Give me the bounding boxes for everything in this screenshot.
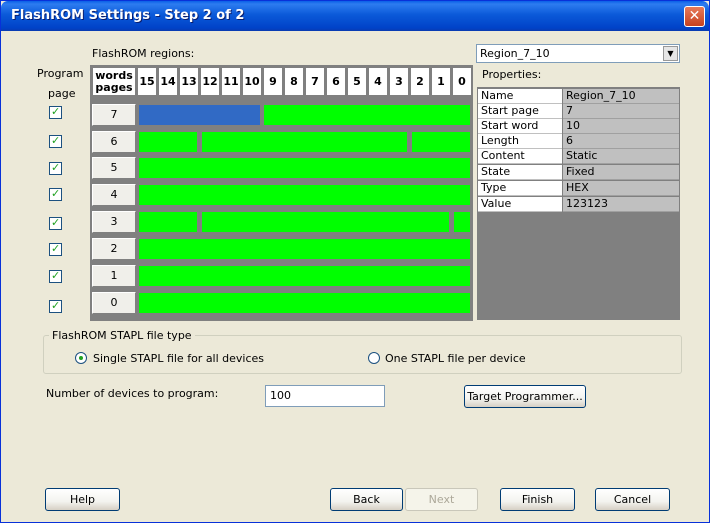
page-6-checkbox[interactable] [49,134,62,148]
chevron-down-icon[interactable]: ▼ [663,46,678,61]
word-header: 4 [368,67,388,96]
target-programmer-button[interactable]: Target Programmer... [464,385,586,408]
page-2-checkbox[interactable] [49,242,62,256]
help-button[interactable]: Help [45,488,120,511]
property-name: Name [478,89,562,104]
region-select[interactable]: Region_7_10 ▼ [476,44,680,63]
page-2-button[interactable]: 2 [92,238,136,260]
page-0-button[interactable]: 0 [92,292,136,314]
word-header: 6 [326,67,346,96]
property-name: Value [478,197,562,212]
region-segment[interactable] [264,105,470,125]
region-segment[interactable] [412,132,470,152]
region-segment[interactable] [139,158,470,178]
back-button[interactable]: Back [330,488,403,511]
word-header: 5 [347,67,367,96]
page-7-checkbox[interactable] [49,105,62,119]
region-select-value: Region_7_10 [480,47,550,60]
property-value[interactable]: 123123 [563,197,679,212]
next-button[interactable]: Next [405,488,478,511]
page-3-checkbox[interactable] [49,216,62,230]
regions-label: FlashROM regions: [92,47,195,60]
word-header: 2 [410,67,430,96]
title-bar[interactable]: FlashROM Settings - Step 2 of 2 ✕ [1,1,709,31]
property-value[interactable]: HEX [563,181,679,196]
region-segment[interactable] [202,212,449,232]
program-label: Program [37,67,84,80]
dialog-window: FlashROM Settings - Step 2 of 2 ✕ Progra… [0,0,710,523]
word-header: 11 [221,67,241,96]
word-header: 1 [431,67,451,96]
property-value[interactable]: 10 [563,119,679,134]
page-6-button[interactable]: 6 [92,131,136,153]
region-7-10[interactable] [139,105,260,125]
cancel-button[interactable]: Cancel [595,488,670,511]
property-name: Type [478,181,562,196]
property-name: Start word [478,119,562,134]
region-segment[interactable] [202,132,407,152]
region-segment[interactable] [454,212,470,232]
finish-button[interactable]: Finish [500,488,575,511]
property-name: Start page [478,104,562,119]
word-header: 15 [137,67,157,96]
page-4-button[interactable]: 4 [92,184,136,206]
region-segment[interactable] [139,239,470,259]
single-stapl-radio[interactable] [75,352,87,364]
stapl-group-label: FlashROM STAPL file type [49,329,195,342]
properties-label: Properties: [482,68,542,81]
devices-count-input[interactable]: 100 [265,385,385,407]
word-header: 3 [389,67,409,96]
property-value[interactable]: 6 [563,134,679,149]
word-header: 13 [179,67,199,96]
region-segment[interactable] [139,185,470,205]
property-value[interactable]: Static [563,149,679,164]
word-header: 14 [158,67,178,96]
page-7-button[interactable]: 7 [92,104,136,126]
page-5-button[interactable]: 5 [92,157,136,179]
property-value[interactable]: 7 [563,104,679,119]
single-stapl-label[interactable]: Single STAPL file for all devices [93,352,264,365]
page-3-button[interactable]: 3 [92,211,136,233]
corner-pages: pages [95,81,133,94]
word-header: 12 [200,67,220,96]
word-header: 0 [452,67,472,96]
region-segment[interactable] [139,293,470,313]
property-name: State [478,165,562,180]
page-5-checkbox[interactable] [49,161,62,175]
region-segment[interactable] [139,266,470,286]
word-header: 10 [242,67,262,96]
window-title: FlashROM Settings - Step 2 of 2 [11,8,245,23]
region-segment[interactable] [139,212,197,232]
grid-corner-header: words pages [92,67,136,96]
close-icon[interactable]: ✕ [684,6,705,27]
property-name: Content [478,149,562,164]
property-value[interactable]: Fixed [563,165,679,180]
region-segment[interactable] [139,132,197,152]
property-name: Length [478,134,562,149]
word-header: 9 [263,67,283,96]
word-header: 7 [305,67,325,96]
page-label: page [48,87,76,100]
page-0-checkbox[interactable] [49,299,62,313]
per-device-stapl-label[interactable]: One STAPL file per device [385,352,526,365]
devices-label: Number of devices to program: [46,387,219,400]
word-header: 8 [284,67,304,96]
per-device-stapl-radio[interactable] [368,352,380,364]
page-1-button[interactable]: 1 [92,265,136,287]
property-value[interactable]: Region_7_10 [563,89,679,104]
page-4-checkbox[interactable] [49,187,62,201]
page-1-checkbox[interactable] [49,269,62,283]
